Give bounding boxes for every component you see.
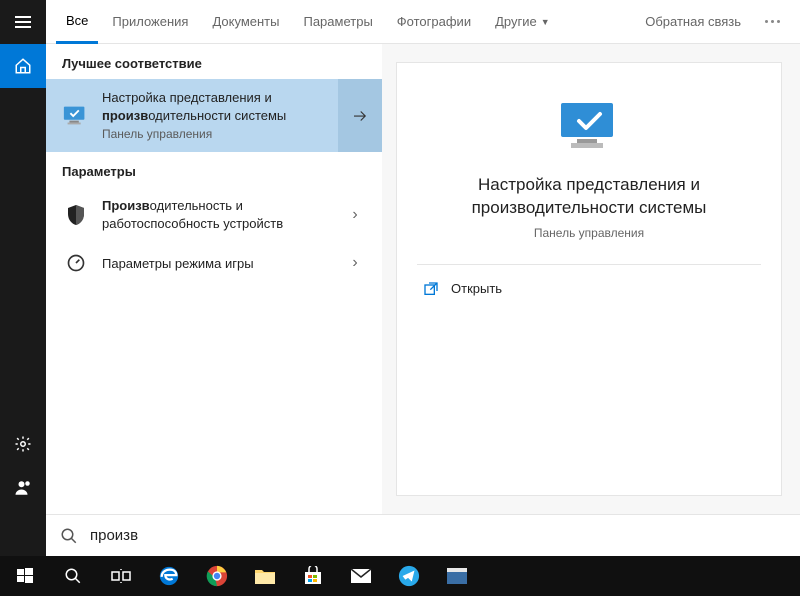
arrow-right-icon xyxy=(351,107,369,125)
result0-sub: Панель управления xyxy=(102,126,326,142)
person-icon xyxy=(14,479,32,497)
preview-meta: Панель управления xyxy=(534,226,644,240)
monitor-check-icon xyxy=(62,105,90,127)
taskbar-app-mail[interactable] xyxy=(338,556,384,596)
result0-suffix: одительности системы xyxy=(148,108,286,123)
result0-prefix: Настройка представления и xyxy=(102,90,272,105)
taskbar-app-chrome[interactable] xyxy=(194,556,240,596)
taskbar-app-generic[interactable] xyxy=(434,556,480,596)
more-options-button[interactable] xyxy=(755,0,790,44)
task-view-button[interactable] xyxy=(98,556,144,596)
result-best-match[interactable]: Настройка представления и производительн… xyxy=(46,79,382,152)
task-view-icon xyxy=(111,569,131,583)
account-button[interactable] xyxy=(0,466,46,510)
tab-all-label: Все xyxy=(66,13,88,28)
taskbar-app-telegram[interactable] xyxy=(386,556,432,596)
open-label: Открыть xyxy=(451,281,502,296)
result0-bold: произв xyxy=(102,108,148,123)
search-bar xyxy=(46,514,800,556)
preview-title: Настройка представления и производительн… xyxy=(417,174,761,220)
mail-icon xyxy=(350,568,372,584)
hamburger-icon xyxy=(15,16,31,28)
feedback-link[interactable]: Обратная связь xyxy=(635,0,751,44)
open-icon xyxy=(423,281,439,297)
tab-more-label: Другие xyxy=(495,14,537,29)
tab-apps-label: Приложения xyxy=(112,14,188,29)
open-action[interactable]: Открыть xyxy=(417,265,761,313)
result-game-mode[interactable]: Параметры режима игры › xyxy=(46,242,382,284)
shield-icon xyxy=(62,204,90,226)
filter-tabs: Все Приложения Документы Параметры Фотог… xyxy=(46,0,800,44)
taskbar-search-button[interactable] xyxy=(50,556,96,596)
hamburger-menu-button[interactable] xyxy=(0,0,46,44)
folder-icon xyxy=(254,567,276,585)
tab-settings[interactable]: Параметры xyxy=(293,0,382,44)
settings-header: Параметры xyxy=(46,152,382,187)
monitor-check-large-icon xyxy=(553,99,625,160)
chrome-icon xyxy=(206,565,228,587)
chevron-right-icon: › xyxy=(340,206,370,224)
tab-photos-label: Фотографии xyxy=(397,14,471,29)
settings-button[interactable] xyxy=(0,422,46,466)
search-input[interactable] xyxy=(90,527,786,544)
feedback-label: Обратная связь xyxy=(645,14,741,29)
telegram-icon xyxy=(398,565,420,587)
taskbar-app-edge[interactable] xyxy=(146,556,192,596)
dots-icon xyxy=(765,20,780,23)
result1-bold: Произв xyxy=(102,198,150,213)
gear-icon xyxy=(14,435,32,453)
search-icon xyxy=(64,567,82,585)
taskbar-app-store[interactable] xyxy=(290,556,336,596)
result-perf-health[interactable]: Производительность и работоспособность у… xyxy=(46,187,382,242)
app-icon xyxy=(446,567,468,585)
preview-card: Настройка представления и производительн… xyxy=(396,62,782,496)
edge-icon xyxy=(158,565,180,587)
taskbar xyxy=(0,556,800,596)
tab-settings-label: Параметры xyxy=(303,14,372,29)
tab-docs-label: Документы xyxy=(212,14,279,29)
start-button[interactable] xyxy=(2,556,48,596)
tab-more[interactable]: Другие ▼ xyxy=(485,0,560,44)
tab-photos[interactable]: Фотографии xyxy=(387,0,481,44)
store-icon xyxy=(303,566,323,586)
open-preview-button[interactable] xyxy=(338,79,382,152)
gauge-icon xyxy=(62,252,90,274)
best-match-header: Лучшее соответствие xyxy=(46,44,382,79)
results-panel: Лучшее соответствие Настройка представле… xyxy=(46,44,382,514)
taskbar-app-explorer[interactable] xyxy=(242,556,288,596)
tab-apps[interactable]: Приложения xyxy=(102,0,198,44)
windows-icon xyxy=(17,568,33,584)
home-icon xyxy=(14,57,32,75)
result2-label: Параметры режима игры xyxy=(102,256,254,271)
chevron-right-icon: › xyxy=(340,254,370,272)
tab-all[interactable]: Все xyxy=(56,0,98,44)
search-icon xyxy=(60,527,78,545)
chevron-down-icon: ▼ xyxy=(541,17,550,27)
home-button[interactable] xyxy=(0,44,46,88)
tab-docs[interactable]: Документы xyxy=(202,0,289,44)
